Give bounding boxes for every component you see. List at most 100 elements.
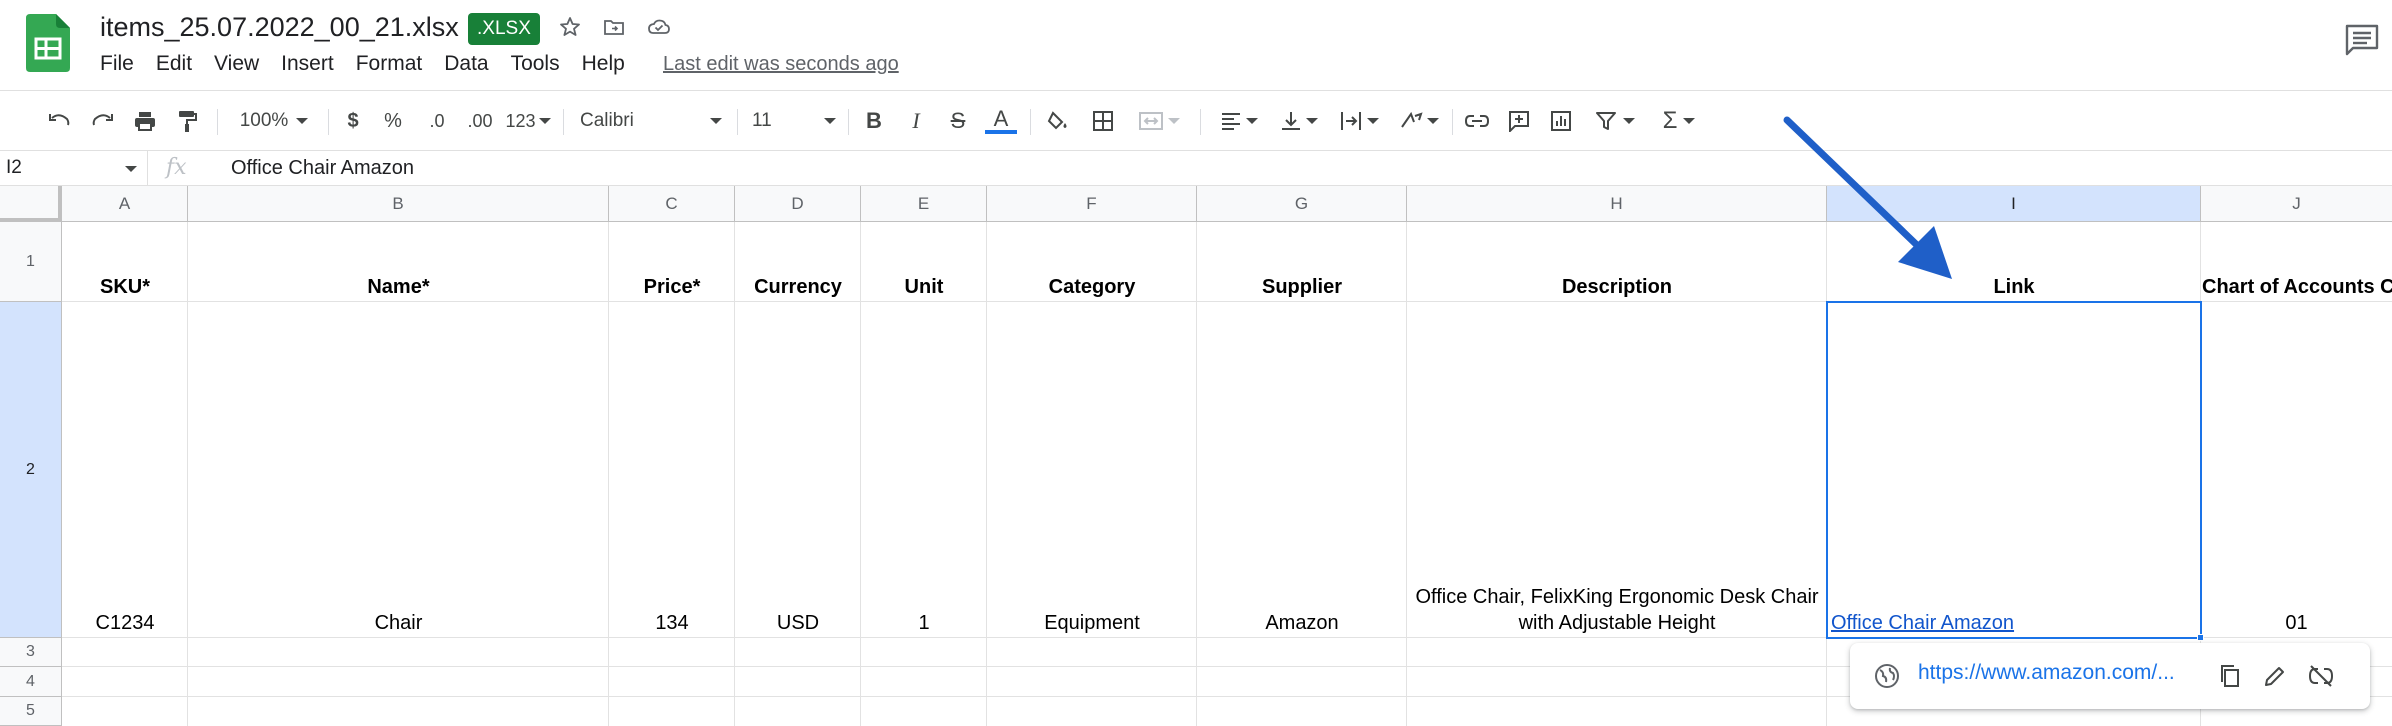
cell-g2[interactable]: Amazon (1197, 302, 1407, 638)
font-family-value: Calibri (580, 110, 634, 131)
menu-tools[interactable]: Tools (511, 52, 560, 82)
menu-insert[interactable]: Insert (281, 52, 334, 82)
functions-button[interactable]: Σ (1652, 103, 1706, 139)
cell-b1[interactable]: Name* (188, 222, 609, 302)
more-formats-select[interactable]: 123 (503, 103, 553, 139)
cell-h1[interactable]: Description (1407, 222, 1827, 302)
cell-a2[interactable]: C1234 (62, 302, 188, 638)
fill-handle[interactable] (2197, 634, 2204, 641)
globe-icon (1875, 664, 1899, 688)
cell-j1[interactable]: Chart of Accounts C (2201, 222, 2392, 302)
cell-c2[interactable]: 134 (609, 302, 735, 638)
text-color-button[interactable]: A (984, 103, 1018, 139)
column-header-g[interactable]: G (1197, 186, 1407, 222)
row-header-4[interactable]: 4 (0, 667, 62, 697)
print-icon[interactable] (130, 103, 160, 139)
row-header-5[interactable]: 5 (0, 697, 62, 726)
select-all-corner[interactable] (0, 186, 62, 222)
menu-file[interactable]: File (100, 52, 134, 82)
menu-format[interactable]: Format (356, 52, 423, 82)
vertical-align-icon[interactable] (1274, 103, 1324, 139)
fill-color-icon[interactable] (1044, 103, 1074, 139)
unlink-icon[interactable] (2307, 663, 2335, 689)
chevron-down-icon (1306, 118, 1318, 124)
increase-decimal-button[interactable]: .00 (460, 103, 500, 139)
menu-data[interactable]: Data (444, 52, 488, 82)
row-header-3[interactable]: 3 (0, 638, 62, 667)
sheets-logo-icon[interactable] (26, 14, 70, 72)
toolbar-separator (563, 109, 564, 135)
column-header-d[interactable]: D (735, 186, 861, 222)
menu-view[interactable]: View (214, 52, 259, 82)
strikethrough-button[interactable]: S (944, 103, 972, 139)
cell-b2[interactable]: Chair (188, 302, 609, 638)
cell-d1[interactable]: Currency (735, 222, 861, 302)
last-edit-link[interactable]: Last edit was seconds ago (663, 53, 899, 76)
text-rotation-icon[interactable] (1394, 103, 1444, 139)
cell-a1[interactable]: SKU* (62, 222, 188, 302)
cell-e1[interactable]: Unit (861, 222, 987, 302)
insert-link-icon[interactable] (1462, 103, 1492, 139)
horizontal-align-icon[interactable] (1214, 103, 1264, 139)
column-header-f[interactable]: F (987, 186, 1197, 222)
cell-f2[interactable]: Equipment (987, 302, 1197, 638)
row-header-2[interactable]: 2 (0, 302, 62, 638)
title-bar: items_25.07.2022_00_21.xlsx .XLSX File E… (0, 0, 2392, 90)
chevron-down-icon (824, 118, 836, 124)
functions-label: Σ (1662, 107, 1678, 134)
currency-format-button[interactable]: $ (340, 103, 366, 139)
column-header-e[interactable]: E (861, 186, 987, 222)
link-url[interactable]: https://www.amazon.com/... (1918, 661, 2175, 685)
borders-icon[interactable] (1088, 103, 1118, 139)
zoom-select[interactable]: 100% (232, 103, 316, 139)
redo-icon[interactable] (88, 103, 118, 139)
undo-icon[interactable] (44, 103, 74, 139)
star-icon[interactable] (553, 10, 587, 44)
zoom-value: 100% (239, 110, 289, 131)
column-header-a[interactable]: A (62, 186, 188, 222)
copy-icon[interactable] (2218, 663, 2242, 689)
cell-h2[interactable]: Office Chair, FelixKing Ergonomic Desk C… (1407, 302, 1827, 638)
comment-history-icon[interactable] (2343, 22, 2381, 56)
cell-i1[interactable]: Link (1827, 222, 2201, 302)
column-header-i[interactable]: I (1827, 186, 2201, 222)
font-family-select[interactable]: Calibri (580, 103, 722, 139)
insert-comment-icon[interactable] (1504, 103, 1534, 139)
chevron-down-icon (538, 118, 551, 124)
menu-edit[interactable]: Edit (156, 52, 192, 82)
name-box[interactable]: I2 (0, 151, 148, 185)
merge-cells-icon[interactable] (1132, 103, 1186, 139)
formula-input[interactable]: Office Chair Amazon (231, 151, 414, 185)
filter-icon[interactable] (1588, 103, 1642, 139)
cell-c1[interactable]: Price* (609, 222, 735, 302)
text-color-label: A (993, 106, 1009, 131)
percent-format-button[interactable]: % (380, 103, 406, 139)
document-title[interactable]: items_25.07.2022_00_21.xlsx (100, 12, 459, 43)
cell-j2[interactable]: 01 (2201, 302, 2392, 638)
column-header-c[interactable]: C (609, 186, 735, 222)
column-header-j[interactable]: J (2201, 186, 2392, 222)
text-wrapping-icon[interactable] (1334, 103, 1384, 139)
chevron-down-icon (1168, 118, 1180, 124)
italic-button[interactable]: I (902, 103, 930, 139)
insert-chart-icon[interactable] (1546, 103, 1576, 139)
bold-button[interactable]: B (860, 103, 888, 139)
cell-g1[interactable]: Supplier (1197, 222, 1407, 302)
column-header-b[interactable]: B (188, 186, 609, 222)
toolbar-separator (217, 109, 218, 135)
row-header-1[interactable]: 1 (0, 222, 62, 302)
cell-f1[interactable]: Category (987, 222, 1197, 302)
paint-format-icon[interactable] (172, 103, 202, 139)
cloud-saved-icon[interactable] (642, 10, 676, 44)
cell-e2[interactable]: 1 (861, 302, 987, 638)
font-size-select[interactable]: 11 (752, 103, 836, 139)
cell-reference: I2 (6, 157, 22, 178)
chevron-down-icon (1683, 118, 1696, 124)
cell-d2[interactable]: USD (735, 302, 861, 638)
move-folder-icon[interactable] (597, 10, 631, 44)
decrease-decimal-button[interactable]: .0 (420, 103, 454, 139)
menu-help[interactable]: Help (582, 52, 625, 82)
description-line: with Adjustable Height (1518, 612, 1716, 634)
column-header-h[interactable]: H (1407, 186, 1827, 222)
edit-pencil-icon[interactable] (2262, 663, 2288, 689)
